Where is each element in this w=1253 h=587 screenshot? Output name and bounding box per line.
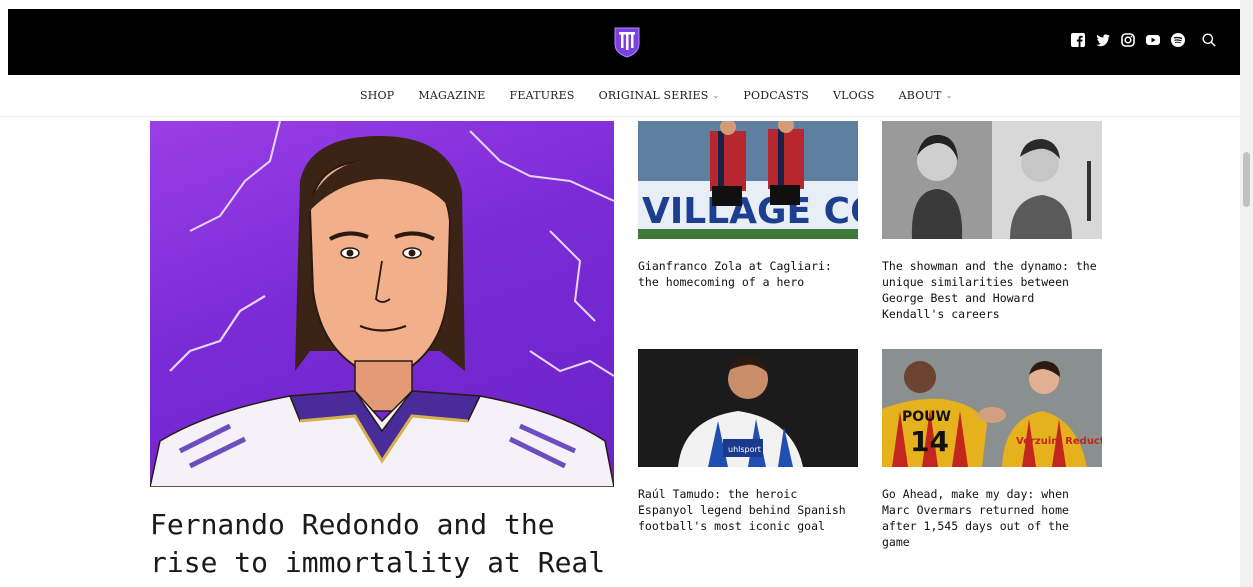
page-scrollbar[interactable]	[1240, 0, 1253, 587]
article-title[interactable]: Raúl Tamudo: the heroic Espanyol legend …	[638, 486, 858, 534]
nav-item-label: VLOGS	[833, 89, 875, 102]
nav-item-label: PODCASTS	[743, 89, 810, 102]
search-icon[interactable]	[1201, 32, 1217, 48]
spotify-icon[interactable]	[1170, 32, 1186, 48]
article-thumbnail[interactable]: uhlsport	[638, 349, 858, 467]
nav-item-label: ORIGINAL SERIES	[598, 89, 709, 102]
article-card[interactable]: VILLAGE COM Gianfranco Zola at Cagliari:…	[638, 121, 858, 290]
nav-item-label: ABOUT	[898, 89, 942, 102]
article-card[interactable]: The showman and the dynamo: the unique s…	[882, 121, 1102, 322]
hero-article-title[interactable]: Fernando Redondo and the rise to immorta…	[150, 506, 620, 582]
article-title[interactable]: Go Ahead, make my day: when Marc Overmar…	[882, 486, 1102, 550]
banner-text: VILLAGE COM	[642, 191, 858, 232]
nav-item-label: FEATURES	[509, 89, 575, 102]
hero-illustration	[150, 121, 614, 487]
facebook-icon[interactable]	[1070, 32, 1086, 48]
hero-article-image[interactable]	[150, 121, 614, 487]
scrollbar-thumb[interactable]	[1243, 152, 1250, 207]
nav-item-vlogs[interactable]: VLOGS	[833, 89, 875, 102]
chevron-down-icon: ⌄	[712, 91, 720, 100]
nav-item-features[interactable]: FEATURES	[510, 89, 575, 102]
nav-item-podcasts[interactable]: PODCASTS	[743, 89, 809, 102]
shirt-sponsor-text: Verzuim Reductie	[1016, 436, 1102, 447]
youtube-icon[interactable]	[1145, 32, 1161, 48]
main-nav: SHOP MAGAZINE FEATURES ORIGINAL SERIES ⌄ …	[0, 76, 1240, 117]
nav-item-label: MAGAZINE	[418, 89, 486, 102]
article-card[interactable]: POUW 14 Verzuim Reductie Go Ahead, make …	[882, 349, 1102, 550]
nav-item-about[interactable]: ABOUT ⌄	[899, 89, 953, 102]
twitter-icon[interactable]	[1095, 32, 1111, 48]
nav-item-magazine[interactable]: MAGAZINE	[418, 89, 485, 102]
site-logo[interactable]	[612, 26, 642, 58]
article-card[interactable]: uhlsport Raúl Tamudo: the heroic Espanyo…	[638, 349, 858, 534]
article-title[interactable]: The showman and the dynamo: the unique s…	[882, 258, 1102, 322]
shirt-text: uhlsport	[728, 445, 761, 454]
chevron-down-icon: ⌄	[945, 91, 953, 100]
nav-item-original-series[interactable]: ORIGINAL SERIES ⌄	[599, 89, 720, 102]
article-title[interactable]: Gianfranco Zola at Cagliari: the homecom…	[638, 258, 858, 290]
social-links	[1070, 32, 1217, 48]
article-thumbnail[interactable]	[882, 121, 1102, 239]
nav-item-label: SHOP	[360, 89, 395, 102]
site-header	[8, 9, 1243, 75]
shirt-text: POUW	[902, 409, 951, 425]
article-thumbnail[interactable]: VILLAGE COM	[638, 121, 858, 239]
article-thumbnail[interactable]: POUW 14 Verzuim Reductie	[882, 349, 1102, 467]
nav-item-shop[interactable]: SHOP	[360, 89, 394, 102]
instagram-icon[interactable]	[1120, 32, 1136, 48]
shirt-number: 14	[910, 425, 949, 458]
